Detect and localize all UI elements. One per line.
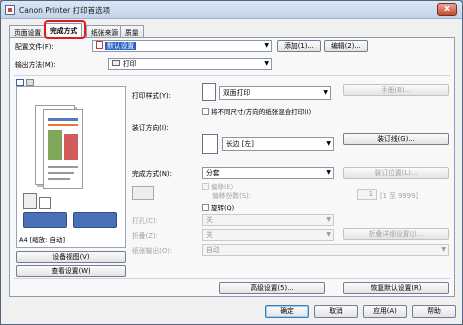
- chevron-down-icon: ▼: [264, 60, 269, 67]
- finishing-select[interactable]: 分套 ▼: [202, 167, 334, 179]
- view-settings-button[interactable]: 查看设置(W): [16, 265, 126, 277]
- divider: [14, 75, 450, 76]
- binding-icon: [202, 134, 218, 154]
- checkbox-box: [202, 183, 209, 190]
- paper-output-select[interactable]: 自动 ▼: [202, 244, 449, 256]
- advanced-settings-button[interactable]: 高级设置(5)...: [219, 282, 325, 294]
- profile-select[interactable]: 默认设置 ▼: [92, 40, 272, 52]
- mixed-paper-label: 将不同尺寸/方向的纸张混合打印(I): [211, 108, 312, 116]
- ok-button[interactable]: 确定: [265, 305, 309, 318]
- manual-button[interactable]: 手册(B)...: [343, 84, 449, 96]
- chevron-down-icon: ▼: [323, 89, 328, 96]
- cancel-button[interactable]: 取消: [314, 305, 358, 318]
- chevron-down-icon: ▼: [326, 216, 331, 223]
- fold-label: 折叠(Z):: [132, 232, 158, 240]
- restore-defaults-button[interactable]: 恢复默认设置(R): [343, 282, 449, 294]
- tab-paper-source[interactable]: 纸张来源: [86, 25, 124, 37]
- chevron-down-icon: ▼: [326, 140, 331, 147]
- divider: [14, 278, 450, 279]
- duplex-print-icon: [202, 83, 216, 101]
- window-title: Canon Printer 打印首选项: [19, 6, 111, 15]
- fold-detail-button[interactable]: 折叠详细设置(J)...: [343, 228, 449, 240]
- binding-label: 装订方向(I):: [132, 124, 169, 132]
- help-button[interactable]: 帮助: [412, 305, 456, 318]
- view-toggle-right[interactable]: [73, 212, 117, 228]
- tab-highlight-marker: [44, 20, 86, 39]
- finishing-value: 分套: [206, 169, 220, 177]
- add-profile-button[interactable]: 添加(1)...: [277, 40, 321, 52]
- device-view-button[interactable]: 设备视图(V): [16, 251, 126, 263]
- punch-select[interactable]: 关 ▼: [202, 214, 334, 226]
- page-stack-icon: [39, 197, 51, 209]
- finishing-panel: 配置文件(F): 默认设置 ▼ 添加(1)... 编辑(2)... 输出方法(M…: [9, 37, 455, 297]
- profile-value: 默认设置: [105, 42, 137, 50]
- printer-app-icon: [5, 5, 15, 15]
- output-method-label: 输出方法(M):: [15, 61, 56, 69]
- chevron-down-icon: ▼: [441, 246, 446, 253]
- fold-value: 关: [206, 231, 213, 239]
- preview-alt-icon[interactable]: [26, 79, 34, 86]
- apply-button[interactable]: 应用(A): [363, 305, 407, 318]
- checkbox-box: [202, 204, 209, 211]
- profile-label: 配置文件(F):: [15, 43, 54, 51]
- rotate-checkbox[interactable]: 旋转(Q): [202, 202, 234, 212]
- tab-page-setup[interactable]: 页面设置: [9, 25, 47, 37]
- output-method-select[interactable]: 打印 ▼: [108, 58, 272, 70]
- chevron-down-icon: ▼: [326, 231, 331, 238]
- offset-range-label: [1 至 9999]: [380, 192, 419, 200]
- print-preview: A4 [缩放: 自动]: [16, 86, 126, 248]
- preview-mode-icon[interactable]: [16, 79, 24, 86]
- output-method-value: 打印: [123, 60, 137, 68]
- print-style-value: 双面打印: [223, 89, 251, 97]
- edit-profile-button[interactable]: 编辑(2)...: [324, 40, 368, 52]
- print-style-label: 打印样式(Y):: [132, 92, 171, 100]
- close-button[interactable]: x: [437, 3, 457, 16]
- collate-icon: [132, 186, 154, 200]
- staple-position-button[interactable]: 装订位置(L)...: [343, 167, 449, 179]
- punch-value: 关: [206, 216, 213, 224]
- title-bar: Canon Printer 打印首选项 x: [1, 1, 462, 19]
- paper-output-value: 自动: [206, 246, 220, 254]
- finishing-label: 完成方式(N):: [132, 170, 172, 178]
- binding-value: 长边 [左]: [226, 140, 254, 148]
- offset-count-label: 偏移份数(S):: [212, 192, 252, 200]
- duplex-stack-icon: [23, 193, 37, 209]
- printer-preferences-window: Canon Printer 打印首选项 x 页面设置 完成方式 纸张来源 质量 …: [0, 0, 463, 325]
- fold-select[interactable]: 关 ▼: [202, 229, 334, 241]
- offset-count-input[interactable]: 1: [357, 189, 377, 200]
- tab-quality[interactable]: 质量: [120, 25, 144, 37]
- punch-label: 打孔(C):: [132, 217, 158, 225]
- paper-output-label: 纸张输出(O):: [132, 247, 173, 255]
- profile-icon: [96, 41, 103, 49]
- binding-select[interactable]: 长边 [左] ▼: [222, 137, 334, 151]
- print-style-select[interactable]: 双面打印 ▼: [219, 86, 331, 100]
- checkbox-box: [202, 108, 209, 115]
- mixed-paper-checkbox[interactable]: 将不同尺寸/方向的纸张混合打印(I): [202, 106, 311, 116]
- chevron-down-icon: ▼: [264, 42, 269, 49]
- printer-icon: [112, 60, 120, 66]
- chevron-down-icon: ▼: [326, 169, 331, 176]
- preview-page: [43, 109, 83, 189]
- rotate-label: 旋转(Q): [211, 204, 235, 212]
- view-toggle-left[interactable]: [23, 212, 67, 228]
- preview-paper-info: A4 [缩放: 自动]: [19, 236, 65, 244]
- gutter-button[interactable]: 装订线(G)...: [343, 133, 449, 145]
